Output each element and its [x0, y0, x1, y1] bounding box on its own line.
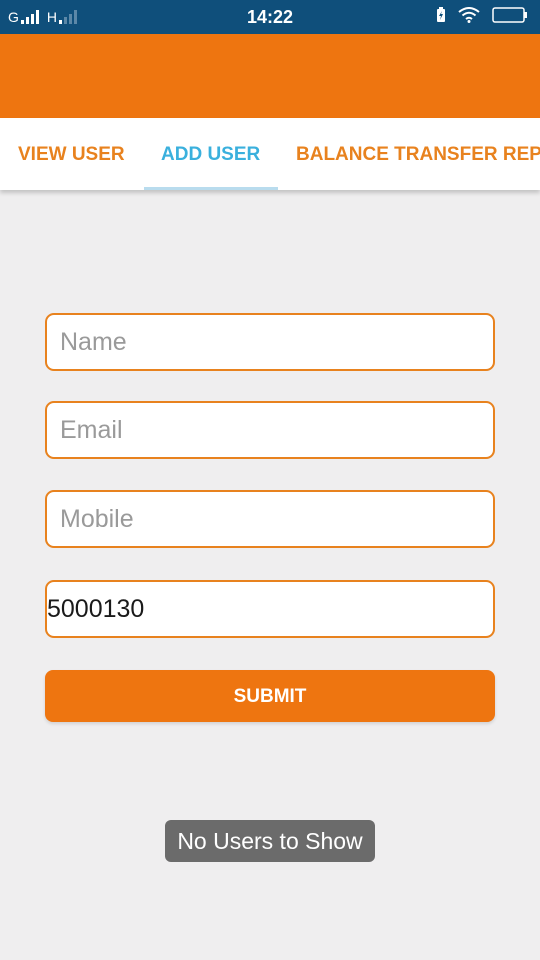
- amount-value: 5000130: [47, 595, 145, 623]
- toast-message: No Users to Show: [165, 820, 375, 862]
- tab-view-user[interactable]: VIEW USER: [18, 118, 125, 190]
- email-placeholder: Email: [60, 416, 123, 444]
- tab-active-indicator: [144, 187, 278, 190]
- tab-add-user[interactable]: ADD USER: [161, 118, 260, 190]
- wifi-icon: [458, 6, 480, 28]
- email-field[interactable]: Email: [45, 401, 495, 459]
- amount-field[interactable]: 5000130: [45, 580, 495, 638]
- status-icons: [436, 6, 528, 28]
- tab-balance-transfer-report[interactable]: BALANCE TRANSFER REP: [296, 118, 540, 190]
- mobile-placeholder: Mobile: [60, 505, 134, 533]
- mobile-field[interactable]: Mobile: [45, 490, 495, 548]
- submit-button[interactable]: SUBMIT: [45, 670, 495, 722]
- battery-charging-icon: [436, 6, 446, 28]
- name-field[interactable]: Name: [45, 313, 495, 371]
- battery-icon: [492, 6, 528, 28]
- app-bar: [0, 34, 540, 118]
- tab-bar: VIEW USER ADD USER BALANCE TRANSFER REP: [0, 118, 540, 190]
- status-bar: G H 14:22: [0, 0, 540, 34]
- name-placeholder: Name: [60, 328, 127, 356]
